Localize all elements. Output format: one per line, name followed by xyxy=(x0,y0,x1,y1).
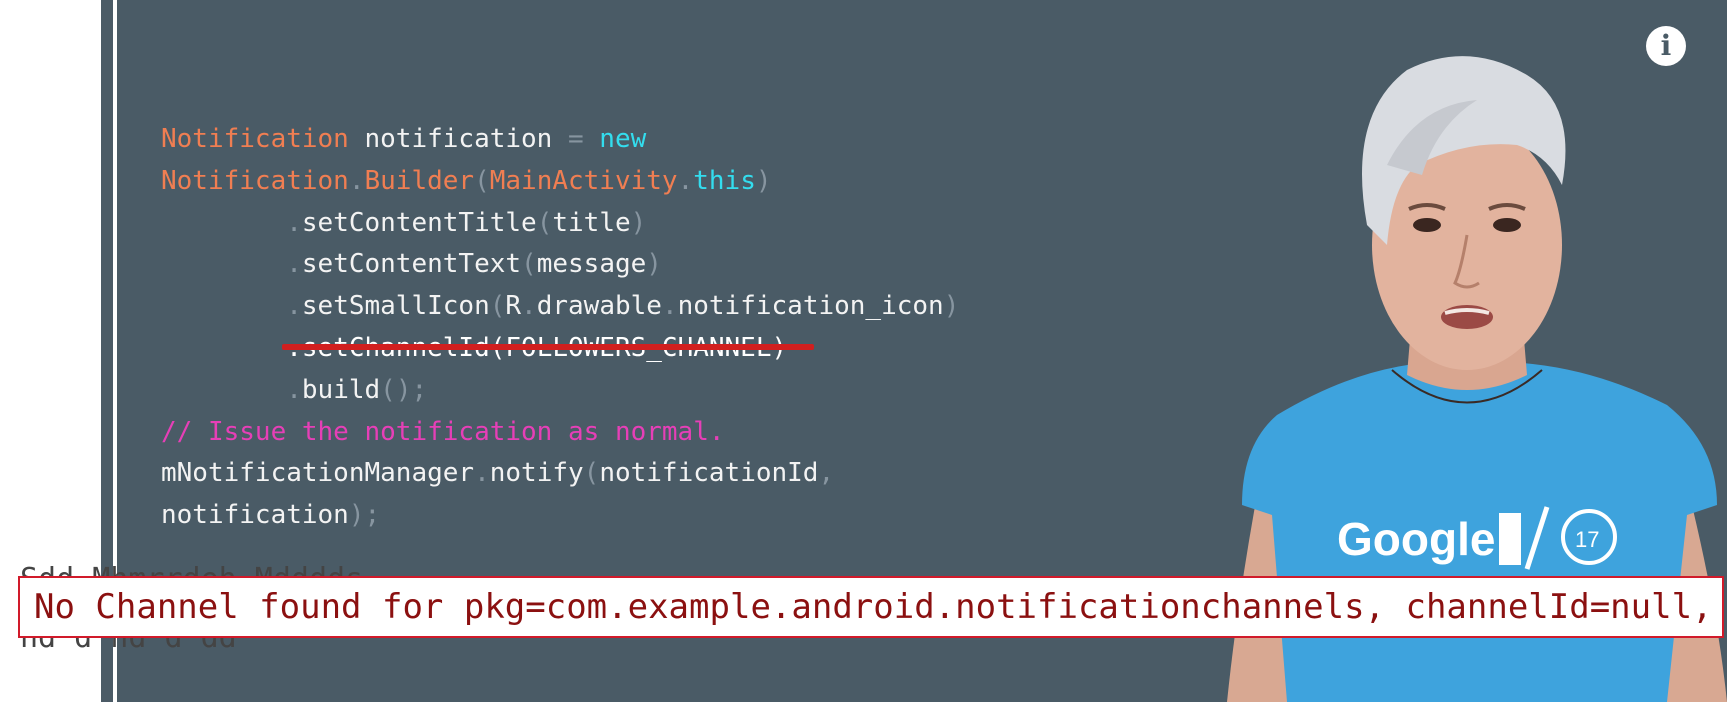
code-line-3: .setContentTitle(title) xyxy=(286,207,647,238)
info-button[interactable]: i xyxy=(1646,26,1686,66)
error-banner: No Channel found for pkg=com.example.and… xyxy=(18,576,1724,638)
error-message: No Channel found for pkg=com.example.and… xyxy=(34,587,1713,627)
strikethrough-line xyxy=(282,344,814,350)
code-line-8: // Issue the notification as normal. xyxy=(161,416,725,447)
code-line-10: notification); xyxy=(161,500,381,531)
code-line-2: Notification.Builder(MainActivity.this) xyxy=(161,165,772,196)
ghost-text-above: Sdd Mhmrrdeh Mdddds xyxy=(20,556,520,578)
code-line-4: .setContentText(message) xyxy=(286,249,662,280)
code-block: Notification notification = new Notificat… xyxy=(161,119,959,537)
code-line-7: .build(); xyxy=(286,374,428,405)
code-line-5: .setSmallIcon(R.drawable.notification_ic… xyxy=(286,291,960,322)
ghost-text-below: hd d hd d dd xyxy=(20,638,420,656)
svg-text:Google: Google xyxy=(1337,513,1495,565)
right-edge xyxy=(1727,0,1732,702)
code-line-1: Notification notification = new xyxy=(161,124,647,154)
info-icon: i xyxy=(1660,29,1672,62)
code-line-9: mNotificationManager.notify(notification… xyxy=(161,458,835,489)
svg-text:17: 17 xyxy=(1575,527,1599,552)
